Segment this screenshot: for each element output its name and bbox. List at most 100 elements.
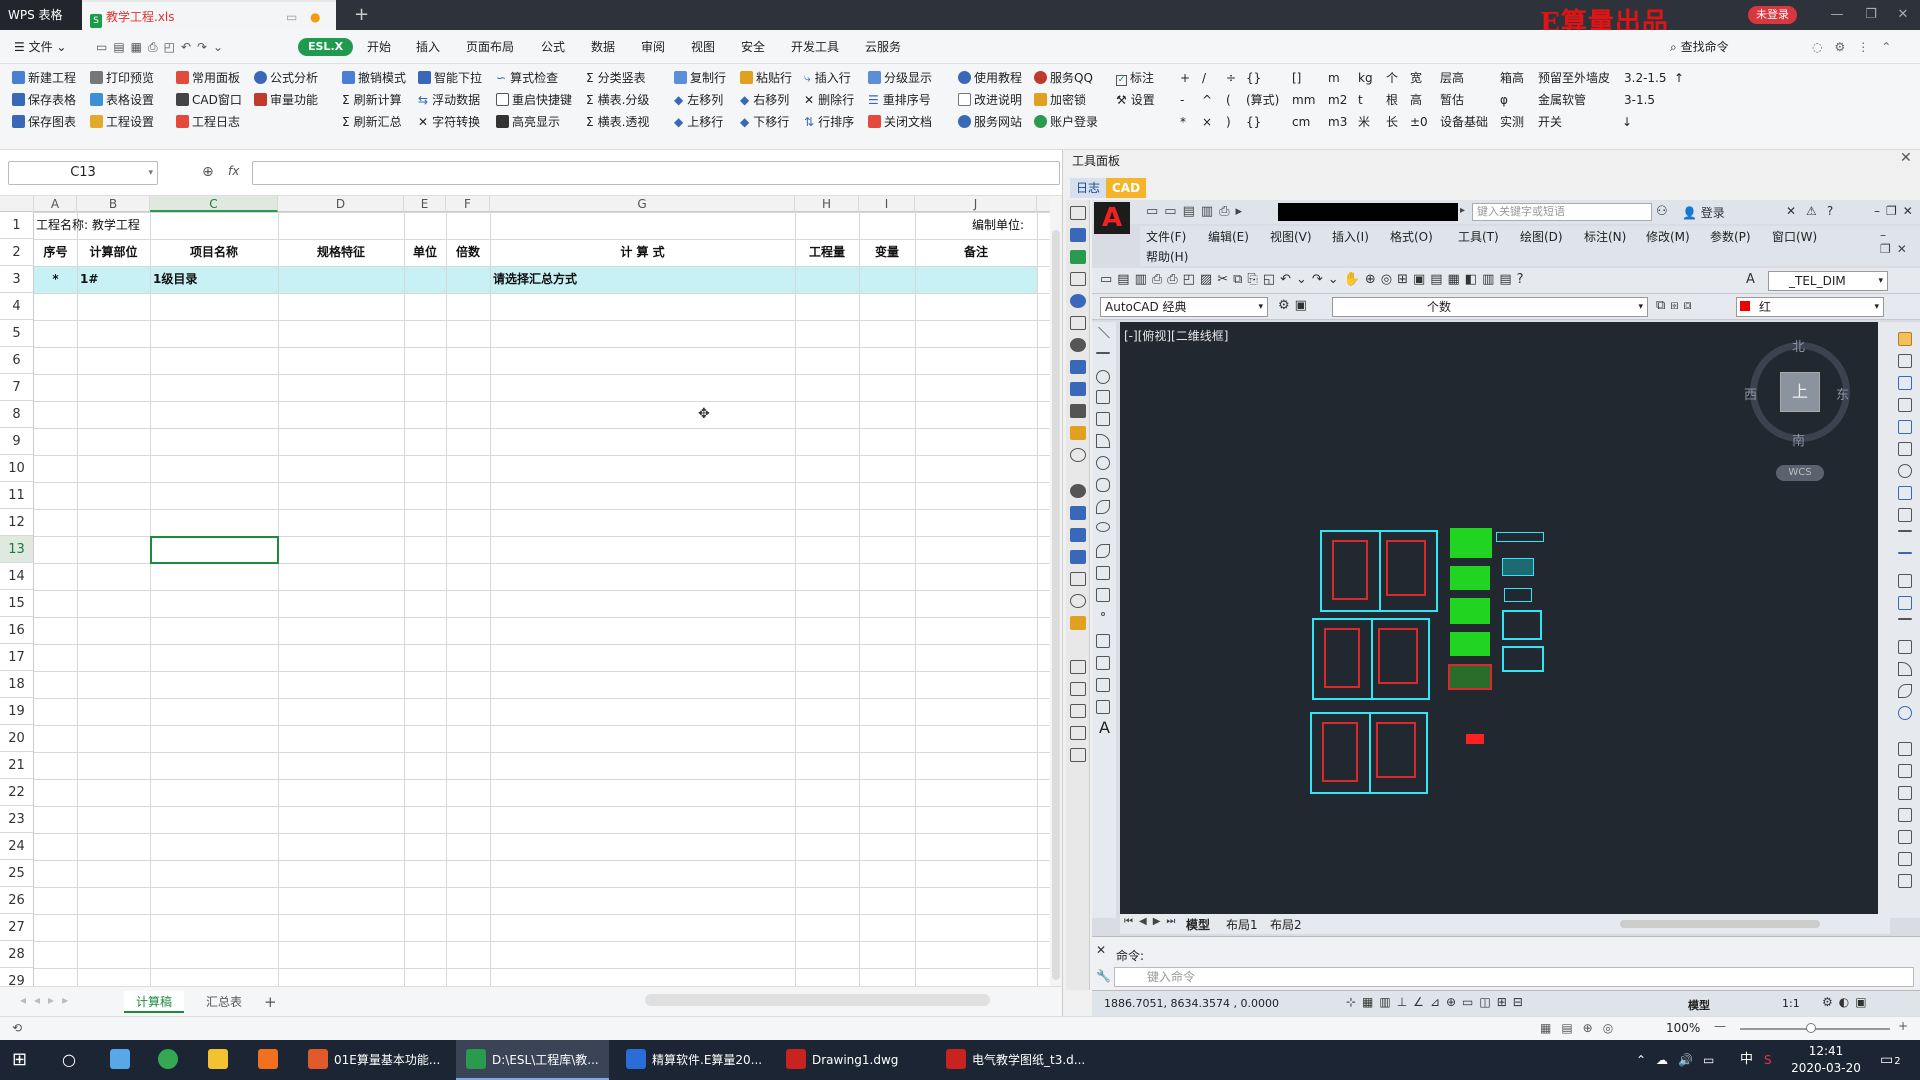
text-tool-icon[interactable]: A [1099,718,1110,737]
dimension-style-select[interactable]: _TEL_DIM ▾ [1768,271,1888,291]
ellipse-tool-icon[interactable] [1096,522,1110,532]
system-tray-icons[interactable]: ⌃☁🔊▭ [1636,1040,1724,1080]
break-tool-icon[interactable] [1898,574,1912,588]
diagram-block[interactable] [1502,558,1534,576]
layout-nav-icons[interactable]: ⏮◀▶⏭ [1124,916,1181,927]
floor-plan-block[interactable] [1310,712,1428,794]
minimize-icon[interactable]: — [1820,0,1854,30]
draworder-front-tool-icon[interactable] [1898,764,1912,778]
sym-mm[interactable]: mm [1292,90,1315,110]
row-header[interactable]: 20 [0,725,34,752]
sym-switch[interactable]: 开关 [1538,112,1562,132]
taskbar-drawing1[interactable]: Drawing1.dwg [776,1040,908,1080]
clock-time[interactable]: 12:41 [1794,1044,1858,1058]
draworder-below-tool-icon[interactable] [1898,830,1912,844]
cad-menu-window[interactable]: 窗口(W) [1772,228,1817,245]
draworder-above-tool-icon[interactable] [1898,808,1912,822]
line-tool-icon[interactable] [1097,326,1111,339]
menu-security[interactable]: 安全 [741,30,765,64]
zoom-out-icon[interactable]: — [1714,1019,1726,1033]
project-settings-button[interactable]: 工程设置 [90,112,154,132]
layout-tab-1[interactable]: 布局1 [1226,916,1258,933]
compass-west[interactable]: 西 [1744,384,1757,403]
menu-cloud[interactable]: 云服务 [865,30,901,64]
cad-menu-view[interactable]: 视图(V) [1270,228,1312,245]
vertical-scroll-thumb[interactable] [1052,230,1060,980]
col-header-c[interactable]: C [150,196,278,212]
header-formula[interactable]: 计 算 式 [490,239,795,265]
menu-insert[interactable]: 插入 [416,30,440,64]
close-icon[interactable]: ✕ [1886,0,1920,30]
insert-row-button[interactable]: ⤷ 插入行 [804,68,851,88]
floating-data-button[interactable]: ⇆ 浮动数据 [418,90,480,110]
row3-formula[interactable]: 请选择汇总方式 [493,266,577,292]
sym-braces-2[interactable]: {} [1246,112,1261,132]
brush-icon[interactable] [1070,616,1086,630]
col-header-a[interactable]: A [34,196,77,212]
diagram-block[interactable] [1502,610,1542,640]
copy-tool-icon[interactable] [1898,354,1912,368]
new-tab-plus-icon[interactable]: + [346,0,369,30]
col-header-b[interactable]: B [77,196,150,212]
sym-asterisk[interactable]: * [1180,112,1186,132]
category-table-button[interactable]: Σ 分类竖表 [586,68,646,88]
cad-inner-window-controls-icon[interactable]: –❐✕ [1880,228,1920,256]
row-header-selected[interactable]: 13 [0,536,34,563]
legend-block[interactable] [1450,598,1490,624]
pinned-app-icon[interactable] [158,1040,184,1080]
compile-unit-cell[interactable]: 编制单位: [972,212,1024,238]
header-unit[interactable]: 单位 [404,239,446,265]
save-chart-button[interactable]: 保存图表 [12,112,76,132]
cad-window-controls-icon[interactable]: –❐✕ [1874,204,1919,218]
draworder-back-tool-icon[interactable] [1898,786,1912,800]
col-header-j[interactable]: J [915,196,1037,212]
restart-shortcut-button[interactable]: 重启快捷键 [496,90,572,110]
sym-length[interactable]: 长 [1386,112,1398,132]
service-qq-button[interactable]: 服务QQ [1034,68,1093,88]
sym-braces[interactable]: {} [1246,68,1261,88]
sym-kg[interactable]: kg [1358,68,1373,88]
sym-3.2-1.5[interactable]: 3.2-1.5 [1624,68,1667,88]
sheet-nav-arrows-icon[interactable]: ◂◂▸▸ [20,993,76,1007]
sym-down-arrow[interactable]: ↓ [1622,112,1632,132]
sym-divide-slash[interactable]: / [1202,68,1206,88]
move-col-right-button[interactable]: ◆ 右移列 [740,90,789,110]
make-block-tool-icon[interactable] [1096,588,1110,602]
cad-menu-format[interactable]: 格式(O) [1390,228,1433,245]
sym-ge[interactable]: 个 [1386,68,1398,88]
sym-m[interactable]: m [1328,68,1340,88]
ruler-icon[interactable] [1070,506,1086,520]
workspace-settings-icons[interactable]: ⚙▣ [1278,298,1312,313]
row-header[interactable]: 9 [0,428,34,455]
grade-display-button[interactable]: 分级显示 [868,68,932,88]
sym-brackets[interactable]: [] [1292,68,1301,88]
delete-row-button[interactable]: ✕ 删除行 [804,90,854,110]
hexagon-icon[interactable] [1070,594,1086,608]
eye-icon[interactable] [1070,294,1086,308]
wps-home-tab[interactable]: WPS 表格 [0,0,82,30]
sort-row-button[interactable]: ⇅ 行排序 [804,112,854,132]
col-header-f[interactable]: F [446,196,490,212]
menu-developer[interactable]: 开发工具 [791,30,839,64]
sym-measured[interactable]: 实测 [1500,112,1524,132]
line-icon[interactable] [1070,572,1086,586]
cad-standard-tool-icons[interactable]: ▭▤▥⎙⎙◰▨✂⧉⎘◱↶⌄↷⌄✋⊕◎⊞▣▤▦◧▥▤? [1100,272,1529,287]
name-box[interactable]: C13 ▾ [8,161,158,185]
ellipse-arc-tool-icon[interactable] [1096,544,1110,558]
legend-block[interactable] [1450,566,1490,590]
monitor-icon[interactable]: ▭ [286,2,297,32]
trim-tool-icon[interactable] [1898,530,1912,532]
mark-checkbox[interactable]: ✓ 标注 [1116,68,1154,88]
legend-block-red[interactable] [1448,664,1492,690]
not-logged-in-badge[interactable]: 未登录 [1748,6,1797,24]
col-header-h[interactable]: H [795,196,859,212]
insert-block-tool-icon[interactable] [1096,566,1110,580]
pinned-app-icon[interactable] [208,1040,234,1080]
fillet-tool-icon[interactable] [1898,662,1912,676]
header-remarks[interactable]: 备注 [915,239,1037,265]
row-header[interactable]: 26 [0,887,34,914]
sym-box-height[interactable]: 箱高 [1500,68,1524,88]
compass-south[interactable]: 南 [1792,430,1805,449]
row-header[interactable]: 23 [0,806,34,833]
restore-icon[interactable]: ❐ [1854,0,1888,30]
